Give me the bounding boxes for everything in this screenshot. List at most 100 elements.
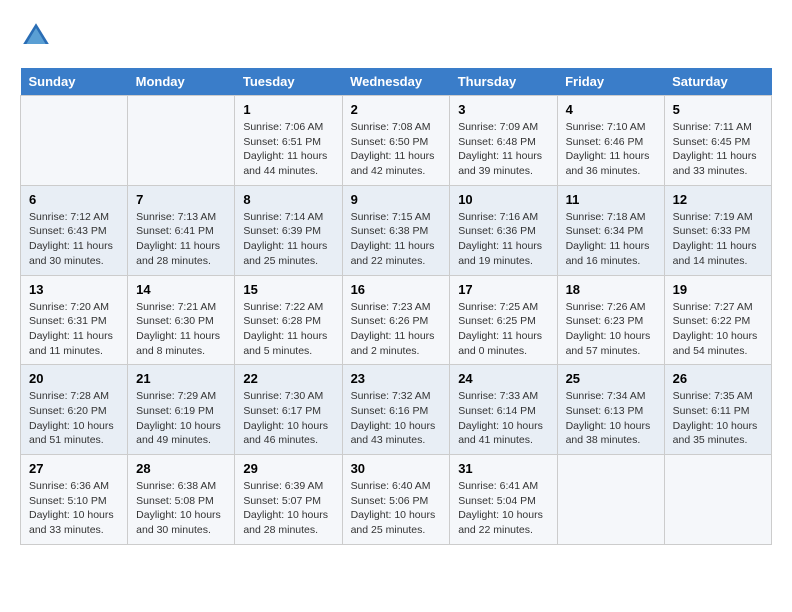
day-info: Sunrise: 6:41 AM Sunset: 5:04 PM Dayligh…	[458, 479, 548, 538]
day-info: Sunrise: 7:08 AM Sunset: 6:50 PM Dayligh…	[351, 120, 442, 179]
day-info: Sunrise: 7:18 AM Sunset: 6:34 PM Dayligh…	[566, 210, 656, 269]
day-info: Sunrise: 7:34 AM Sunset: 6:13 PM Dayligh…	[566, 389, 656, 448]
day-cell-12: 12Sunrise: 7:19 AM Sunset: 6:33 PM Dayli…	[664, 185, 771, 275]
day-info: Sunrise: 7:10 AM Sunset: 6:46 PM Dayligh…	[566, 120, 656, 179]
day-cell-6: 6Sunrise: 7:12 AM Sunset: 6:43 PM Daylig…	[21, 185, 128, 275]
week-row-4: 20 Sunrise: 7:28 AM Sunset: 6:20 PM Dayli…	[21, 365, 772, 455]
calendar-table: SundayMondayTuesdayWednesdayThursdayFrid…	[20, 68, 772, 545]
day-info: Sunrise: 7:28 AM Sunset: 6:20 PM Dayligh…	[29, 389, 119, 448]
day-info: Sunrise: 7:21 AM Sunset: 6:30 PM Dayligh…	[136, 300, 226, 359]
day-info: Sunrise: 7:23 AM Sunset: 6:26 PM Dayligh…	[351, 300, 442, 359]
day-cell-26: 26Sunrise: 7:35 AM Sunset: 6:11 PM Dayli…	[664, 365, 771, 455]
day-cell-13: 13 Sunrise: 7:20 AM Sunset: 6:31 PM Dayli…	[21, 275, 128, 365]
day-number: 21	[136, 371, 226, 386]
day-number: 24	[458, 371, 548, 386]
day-number: 17	[458, 282, 548, 297]
day-info: Sunrise: 6:39 AM Sunset: 5:07 PM Dayligh…	[243, 479, 333, 538]
day-info: Sunrise: 7:33 AM Sunset: 6:14 PM Dayligh…	[458, 389, 548, 448]
day-info: Sunrise: 7:14 AM Sunset: 6:39 PM Dayligh…	[243, 210, 333, 269]
day-info: Sunrise: 7:29 AM Sunset: 6:19 PM Dayligh…	[136, 389, 226, 448]
day-number: 13	[29, 282, 119, 297]
empty-cell	[21, 96, 128, 186]
day-cell-27: 27Sunrise: 6:36 AM Sunset: 5:10 PM Dayli…	[21, 455, 128, 545]
day-number: 30	[351, 461, 442, 476]
day-cell-17: 17 Sunrise: 7:25 AM Sunset: 6:25 PM Dayli…	[450, 275, 557, 365]
week-row-3: 13 Sunrise: 7:20 AM Sunset: 6:31 PM Dayli…	[21, 275, 772, 365]
day-info: Sunrise: 7:09 AM Sunset: 6:48 PM Dayligh…	[458, 120, 548, 179]
day-info: Sunrise: 6:36 AM Sunset: 5:10 PM Dayligh…	[29, 479, 119, 538]
day-number: 26	[673, 371, 763, 386]
day-number: 1	[243, 102, 333, 117]
day-number: 4	[566, 102, 656, 117]
day-number: 14	[136, 282, 226, 297]
day-cell-29: 29 Sunrise: 6:39 AM Sunset: 5:07 PM Dayli…	[235, 455, 342, 545]
day-header-saturday: Saturday	[664, 68, 771, 96]
day-header-tuesday: Tuesday	[235, 68, 342, 96]
day-number: 28	[136, 461, 226, 476]
day-cell-23: 23 Sunrise: 7:32 AM Sunset: 6:16 PM Dayli…	[342, 365, 450, 455]
day-number: 5	[673, 102, 763, 117]
day-info: Sunrise: 7:12 AM Sunset: 6:43 PM Dayligh…	[29, 210, 119, 269]
day-info: Sunrise: 7:11 AM Sunset: 6:45 PM Dayligh…	[673, 120, 763, 179]
day-info: Sunrise: 7:16 AM Sunset: 6:36 PM Dayligh…	[458, 210, 548, 269]
day-info: Sunrise: 7:26 AM Sunset: 6:23 PM Dayligh…	[566, 300, 656, 359]
day-cell-8: 8 Sunrise: 7:14 AM Sunset: 6:39 PM Daylig…	[235, 185, 342, 275]
day-cell-31: 31 Sunrise: 6:41 AM Sunset: 5:04 PM Dayli…	[450, 455, 557, 545]
day-info: Sunrise: 7:15 AM Sunset: 6:38 PM Dayligh…	[351, 210, 442, 269]
empty-cell	[664, 455, 771, 545]
day-cell-18: 18 Sunrise: 7:26 AM Sunset: 6:23 PM Dayli…	[557, 275, 664, 365]
day-cell-14: 14 Sunrise: 7:21 AM Sunset: 6:30 PM Dayli…	[128, 275, 235, 365]
day-header-wednesday: Wednesday	[342, 68, 450, 96]
day-info: Sunrise: 6:38 AM Sunset: 5:08 PM Dayligh…	[136, 479, 226, 538]
day-number: 12	[673, 192, 763, 207]
day-number: 11	[566, 192, 656, 207]
week-row-5: 27Sunrise: 6:36 AM Sunset: 5:10 PM Dayli…	[21, 455, 772, 545]
day-number: 9	[351, 192, 442, 207]
day-number: 8	[243, 192, 333, 207]
day-cell-16: 16 Sunrise: 7:23 AM Sunset: 6:26 PM Dayli…	[342, 275, 450, 365]
day-info: Sunrise: 7:13 AM Sunset: 6:41 PM Dayligh…	[136, 210, 226, 269]
day-info: Sunrise: 7:25 AM Sunset: 6:25 PM Dayligh…	[458, 300, 548, 359]
day-cell-24: 24 Sunrise: 7:33 AM Sunset: 6:14 PM Dayli…	[450, 365, 557, 455]
day-info: Sunrise: 6:40 AM Sunset: 5:06 PM Dayligh…	[351, 479, 442, 538]
day-number: 7	[136, 192, 226, 207]
empty-cell	[128, 96, 235, 186]
day-number: 10	[458, 192, 548, 207]
logo-icon	[20, 20, 52, 52]
day-cell-4: 4 Sunrise: 7:10 AM Sunset: 6:46 PM Daylig…	[557, 96, 664, 186]
day-header-thursday: Thursday	[450, 68, 557, 96]
day-info: Sunrise: 7:20 AM Sunset: 6:31 PM Dayligh…	[29, 300, 119, 359]
day-cell-28: 28 Sunrise: 6:38 AM Sunset: 5:08 PM Dayli…	[128, 455, 235, 545]
day-info: Sunrise: 7:32 AM Sunset: 6:16 PM Dayligh…	[351, 389, 442, 448]
day-cell-11: 11 Sunrise: 7:18 AM Sunset: 6:34 PM Dayli…	[557, 185, 664, 275]
day-cell-21: 21 Sunrise: 7:29 AM Sunset: 6:19 PM Dayli…	[128, 365, 235, 455]
day-number: 15	[243, 282, 333, 297]
page-header	[20, 20, 772, 52]
day-header-sunday: Sunday	[21, 68, 128, 96]
day-cell-25: 25 Sunrise: 7:34 AM Sunset: 6:13 PM Dayli…	[557, 365, 664, 455]
day-cell-1: 1 Sunrise: 7:06 AM Sunset: 6:51 PM Daylig…	[235, 96, 342, 186]
day-info: Sunrise: 7:30 AM Sunset: 6:17 PM Dayligh…	[243, 389, 333, 448]
day-info: Sunrise: 7:27 AM Sunset: 6:22 PM Dayligh…	[673, 300, 763, 359]
day-header-friday: Friday	[557, 68, 664, 96]
day-number: 16	[351, 282, 442, 297]
day-number: 20	[29, 371, 119, 386]
day-number: 31	[458, 461, 548, 476]
week-row-2: 6Sunrise: 7:12 AM Sunset: 6:43 PM Daylig…	[21, 185, 772, 275]
day-cell-10: 10 Sunrise: 7:16 AM Sunset: 6:36 PM Dayli…	[450, 185, 557, 275]
day-cell-5: 5 Sunrise: 7:11 AM Sunset: 6:45 PM Daylig…	[664, 96, 771, 186]
day-cell-30: 30 Sunrise: 6:40 AM Sunset: 5:06 PM Dayli…	[342, 455, 450, 545]
day-number: 18	[566, 282, 656, 297]
days-header-row: SundayMondayTuesdayWednesdayThursdayFrid…	[21, 68, 772, 96]
day-number: 29	[243, 461, 333, 476]
day-info: Sunrise: 7:06 AM Sunset: 6:51 PM Dayligh…	[243, 120, 333, 179]
day-number: 22	[243, 371, 333, 386]
day-number: 23	[351, 371, 442, 386]
day-cell-22: 22 Sunrise: 7:30 AM Sunset: 6:17 PM Dayli…	[235, 365, 342, 455]
day-number: 3	[458, 102, 548, 117]
day-cell-3: 3 Sunrise: 7:09 AM Sunset: 6:48 PM Daylig…	[450, 96, 557, 186]
week-row-1: 1 Sunrise: 7:06 AM Sunset: 6:51 PM Daylig…	[21, 96, 772, 186]
day-number: 25	[566, 371, 656, 386]
day-cell-15: 15Sunrise: 7:22 AM Sunset: 6:28 PM Dayli…	[235, 275, 342, 365]
day-cell-7: 7 Sunrise: 7:13 AM Sunset: 6:41 PM Daylig…	[128, 185, 235, 275]
